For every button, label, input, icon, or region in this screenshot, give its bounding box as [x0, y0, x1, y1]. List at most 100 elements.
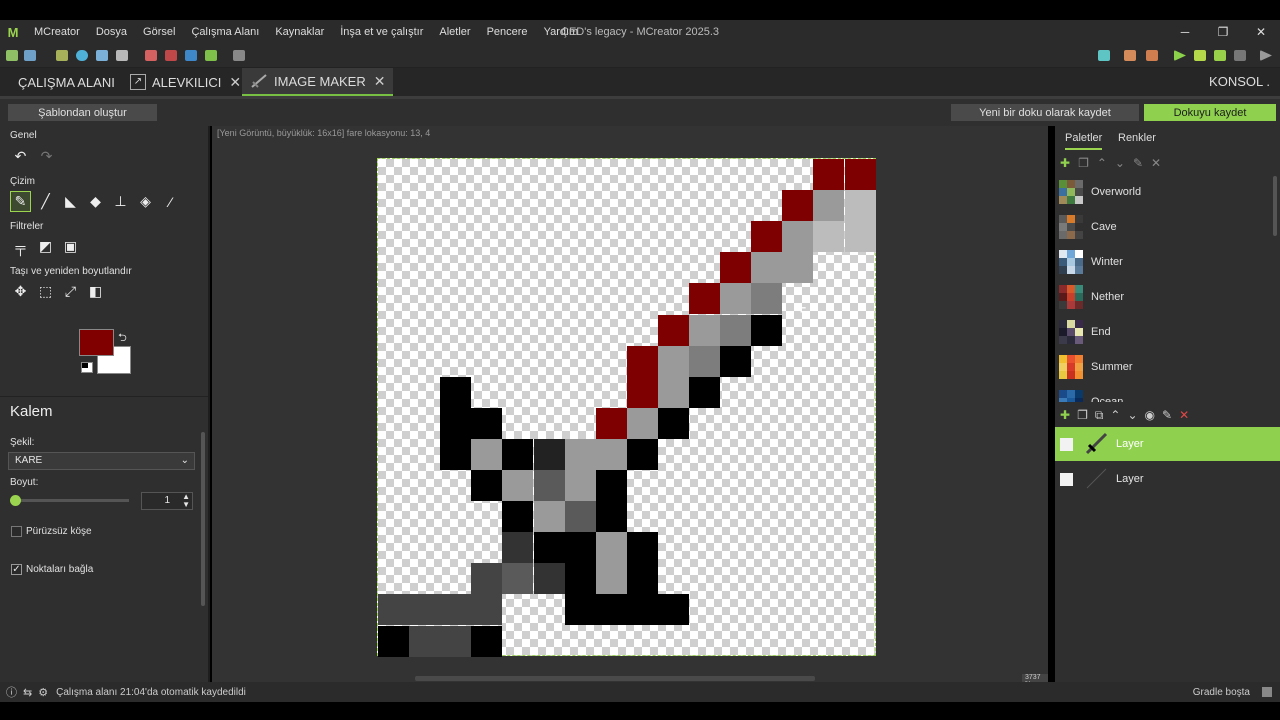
- swap-colors-icon[interactable]: ⮌: [118, 329, 127, 348]
- palette-item[interactable]: Summer: [1055, 349, 1280, 384]
- h-scrollbar[interactable]: [415, 676, 815, 681]
- resize-icon[interactable]: ⤢: [60, 281, 81, 302]
- layer-down-icon[interactable]: ⌄: [1127, 408, 1137, 423]
- move-down-icon[interactable]: ⌄: [1115, 156, 1125, 170]
- size-slider[interactable]: [10, 495, 129, 506]
- edit-palette-icon[interactable]: ✎: [1133, 156, 1143, 170]
- spinner-arrows-icon[interactable]: ▲ ▼: [182, 493, 190, 509]
- color-picker-icon[interactable]: ⁄: [160, 191, 181, 212]
- save-texture-button[interactable]: Dokuyu kaydet: [1144, 104, 1276, 121]
- tab-alevkilici[interactable]: ↗ ALEVKILICI ✕: [122, 68, 249, 96]
- sound-icon[interactable]: [76, 50, 88, 61]
- export-icon[interactable]: [1260, 50, 1272, 61]
- duplicate-layer-icon[interactable]: ❐: [1077, 408, 1088, 423]
- save-as-new-texture-button[interactable]: Yeni bir doku olarak kaydet: [951, 104, 1139, 121]
- connect-points-checkbox[interactable]: ✓: [11, 564, 22, 575]
- from-template-button[interactable]: Şablondan oluştur: [8, 104, 157, 121]
- pack-icon[interactable]: [24, 50, 36, 61]
- run-server-icon[interactable]: [1214, 50, 1226, 61]
- menu-mcreator[interactable]: MCreator: [26, 20, 88, 44]
- resize-canvas-icon[interactable]: ◧: [85, 281, 106, 302]
- settings-gear-icon[interactable]: ⚙: [38, 686, 48, 699]
- menu-aletler[interactable]: Aletler: [431, 20, 478, 44]
- shape-select[interactable]: KARE ⌄: [8, 452, 195, 470]
- undo-icon[interactable]: ↶: [10, 146, 31, 167]
- visibility-icon[interactable]: ◉: [1145, 408, 1155, 423]
- right-scrollbar[interactable]: [1273, 176, 1277, 236]
- smooth-corner-checkbox[interactable]: [11, 526, 22, 537]
- run-client-icon[interactable]: [1174, 50, 1186, 61]
- default-colors-icon[interactable]: [81, 362, 93, 373]
- palette-item[interactable]: Nether: [1055, 279, 1280, 314]
- palette-item[interactable]: Winter: [1055, 244, 1280, 279]
- layer-visibility-box[interactable]: [1060, 472, 1073, 486]
- animation-icon[interactable]: [165, 50, 177, 61]
- redo-icon[interactable]: ↷: [36, 146, 57, 167]
- palette-item[interactable]: Cave: [1055, 209, 1280, 244]
- palette-item[interactable]: End: [1055, 314, 1280, 349]
- move-up-icon[interactable]: ⌃: [1097, 156, 1107, 170]
- move-icon[interactable]: ✥: [10, 281, 31, 302]
- selection-icon[interactable]: ⬚: [35, 281, 56, 302]
- layer-up-icon[interactable]: ⌃: [1110, 408, 1120, 423]
- gradle-stop-icon[interactable]: [1262, 687, 1272, 697]
- build-icon[interactable]: [1124, 50, 1136, 61]
- left-scrollbar[interactable]: [201, 432, 205, 606]
- close-tab-icon[interactable]: ✕: [229, 74, 241, 91]
- preferences-icon[interactable]: [233, 50, 245, 61]
- close-icon[interactable]: ✕: [1242, 20, 1280, 44]
- add-palette-icon[interactable]: ✚: [1060, 156, 1070, 170]
- shape-icon[interactable]: ◣: [60, 191, 81, 212]
- eraser-icon[interactable]: ◆: [85, 191, 106, 212]
- stop-icon[interactable]: [1234, 50, 1246, 61]
- size-slider-handle[interactable]: [10, 495, 21, 506]
- debug-icon[interactable]: [1194, 50, 1206, 61]
- primary-color-swatch[interactable]: [79, 329, 114, 356]
- tab-colors[interactable]: Renkler: [1118, 132, 1156, 148]
- menu-dosya[interactable]: Dosya: [88, 20, 135, 44]
- variables-icon[interactable]: [185, 50, 197, 61]
- texture-icon[interactable]: [145, 50, 157, 61]
- menu-pencere[interactable]: Pencere: [479, 20, 536, 44]
- restore-icon[interactable]: ❐: [1204, 20, 1242, 44]
- palette-item[interactable]: Overworld: [1055, 174, 1280, 209]
- tab-palettes[interactable]: Paletler: [1065, 132, 1103, 150]
- network-icon[interactable]: ⇆: [23, 686, 32, 699]
- tab-image-maker[interactable]: IMAGE MAKER ✕: [242, 68, 394, 96]
- menu-gorsel[interactable]: Görsel: [135, 20, 183, 44]
- menu-calisma-alani[interactable]: Çalışma Alanı: [183, 20, 267, 44]
- layer-row-selected[interactable]: Layer: [1055, 427, 1280, 461]
- hammer-icon[interactable]: [1146, 50, 1158, 61]
- console-tab[interactable]: KONSOL .: [1209, 68, 1270, 96]
- minimize-icon[interactable]: ─: [1166, 20, 1204, 44]
- info-icon[interactable]: ⓘ: [6, 684, 17, 700]
- add-layer-icon[interactable]: ✚: [1060, 408, 1070, 423]
- tab-workspace[interactable]: ÇALIŞMA ALANI: [10, 68, 123, 96]
- layer-visibility-box[interactable]: [1060, 437, 1073, 451]
- pencil-icon[interactable]: ✎: [10, 191, 31, 212]
- stamp-icon[interactable]: ⊥: [110, 191, 131, 212]
- hue-filter-icon[interactable]: ╤: [10, 236, 31, 257]
- layer-row[interactable]: Layer: [1055, 462, 1280, 496]
- workspace-icon[interactable]: [6, 50, 18, 61]
- duplicate-palette-icon[interactable]: ❐: [1078, 156, 1089, 170]
- menu-insa-et[interactable]: İnşa et ve çalıştır: [332, 20, 431, 44]
- saturation-filter-icon[interactable]: ◩: [35, 236, 56, 257]
- merge-layer-icon[interactable]: ⧉: [1095, 408, 1104, 423]
- close-tab-icon[interactable]: ✕: [374, 73, 386, 90]
- structure-icon[interactable]: [116, 50, 128, 61]
- menu-yardim[interactable]: Yardım: [536, 20, 587, 44]
- line-icon[interactable]: ╱: [35, 191, 56, 212]
- palette-item[interactable]: Ocean: [1055, 384, 1280, 402]
- desaturate-filter-icon[interactable]: ▣: [60, 236, 81, 257]
- gradle-icon[interactable]: [1098, 50, 1110, 61]
- image-icon[interactable]: [56, 50, 68, 61]
- model-icon[interactable]: [96, 50, 108, 61]
- pixel-canvas[interactable]: +: [377, 158, 876, 657]
- menu-kaynaklar[interactable]: Kaynaklar: [267, 20, 332, 44]
- localization-icon[interactable]: [205, 50, 217, 61]
- fill-bucket-icon[interactable]: ◈: [135, 191, 156, 212]
- size-spinner[interactable]: 1 ▲ ▼: [141, 492, 193, 510]
- delete-palette-icon[interactable]: ✕: [1151, 156, 1161, 170]
- edit-layer-icon[interactable]: ✎: [1162, 408, 1172, 423]
